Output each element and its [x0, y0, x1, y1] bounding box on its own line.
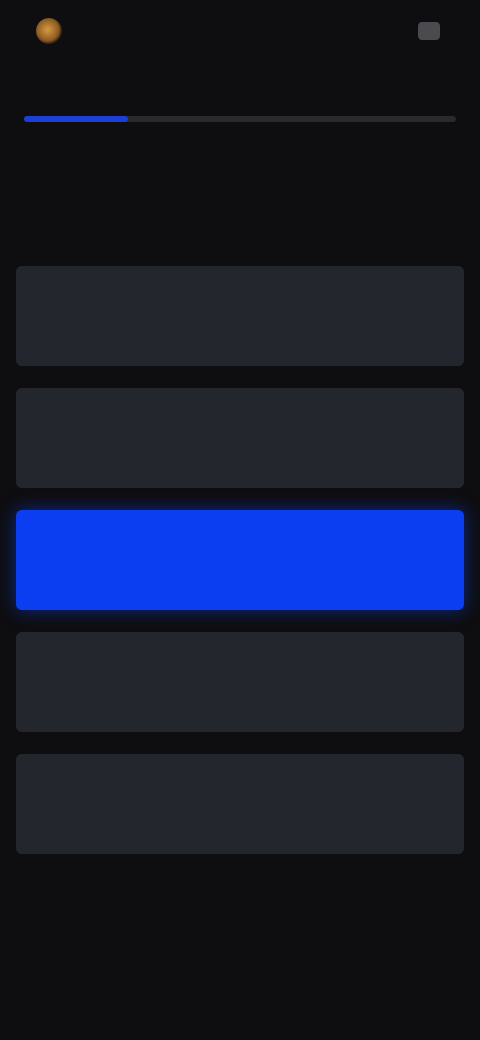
- app-logo-icon: [36, 18, 62, 44]
- answer-option-selected[interactable]: [16, 510, 464, 610]
- answer-option[interactable]: [16, 754, 464, 854]
- top-bar: [0, 0, 480, 64]
- answer-options: [16, 266, 464, 876]
- answer-option[interactable]: [16, 388, 464, 488]
- answer-option[interactable]: [16, 632, 464, 732]
- menu-icon[interactable]: [418, 22, 440, 40]
- answer-option[interactable]: [16, 266, 464, 366]
- progress-bar-fill: [24, 116, 128, 122]
- progress-bar: [24, 116, 456, 122]
